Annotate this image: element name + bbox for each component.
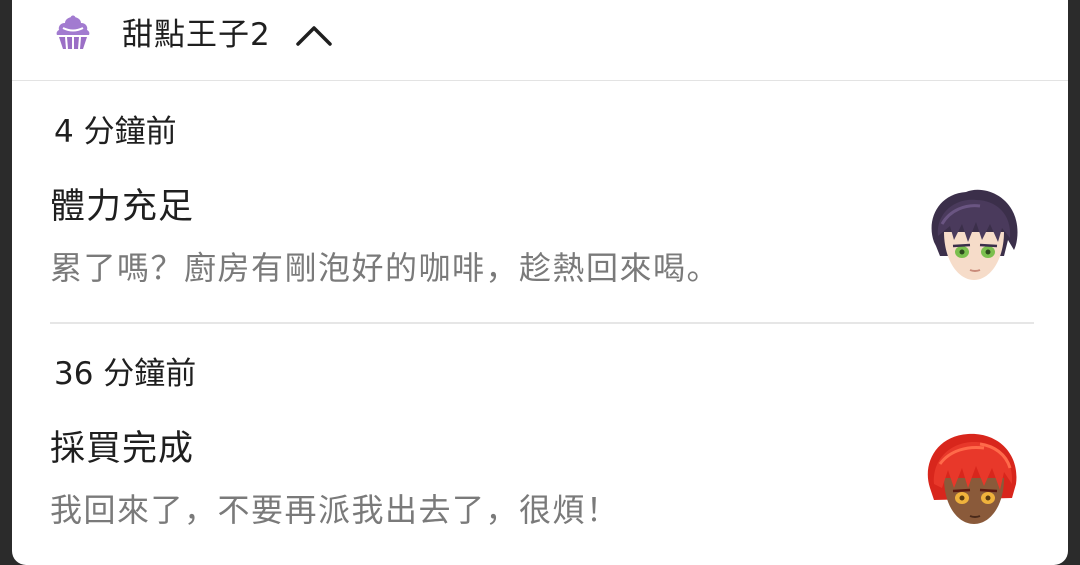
notification-title: 採買完成 xyxy=(50,429,195,469)
dark-haired-character-avatar xyxy=(920,184,1024,288)
notification-header[interactable]: 甜點王子2 xyxy=(12,0,1068,80)
app-name: 甜點王子2 xyxy=(122,17,271,53)
notification-time: 4 分鐘前 xyxy=(54,114,177,150)
notification-body: 我回來了，不要再派我出去了，很煩！ xyxy=(50,491,620,529)
item-divider xyxy=(50,322,1034,324)
header-divider xyxy=(12,80,1068,81)
notification-body: 累了嗎？廚房有剛泡好的咖啡，趁熱回來喝。 xyxy=(50,249,721,287)
chevron-up-icon[interactable] xyxy=(294,22,334,48)
notification-card: 甜點王子2 4 分鐘前 體力充足 累了嗎？廚房有剛泡好的咖啡，趁熱回來喝。 36… xyxy=(12,0,1068,565)
red-haired-character-avatar xyxy=(920,428,1024,532)
cupcake-icon xyxy=(54,14,92,52)
notification-time: 36 分鐘前 xyxy=(54,356,197,392)
notification-title: 體力充足 xyxy=(50,187,195,227)
